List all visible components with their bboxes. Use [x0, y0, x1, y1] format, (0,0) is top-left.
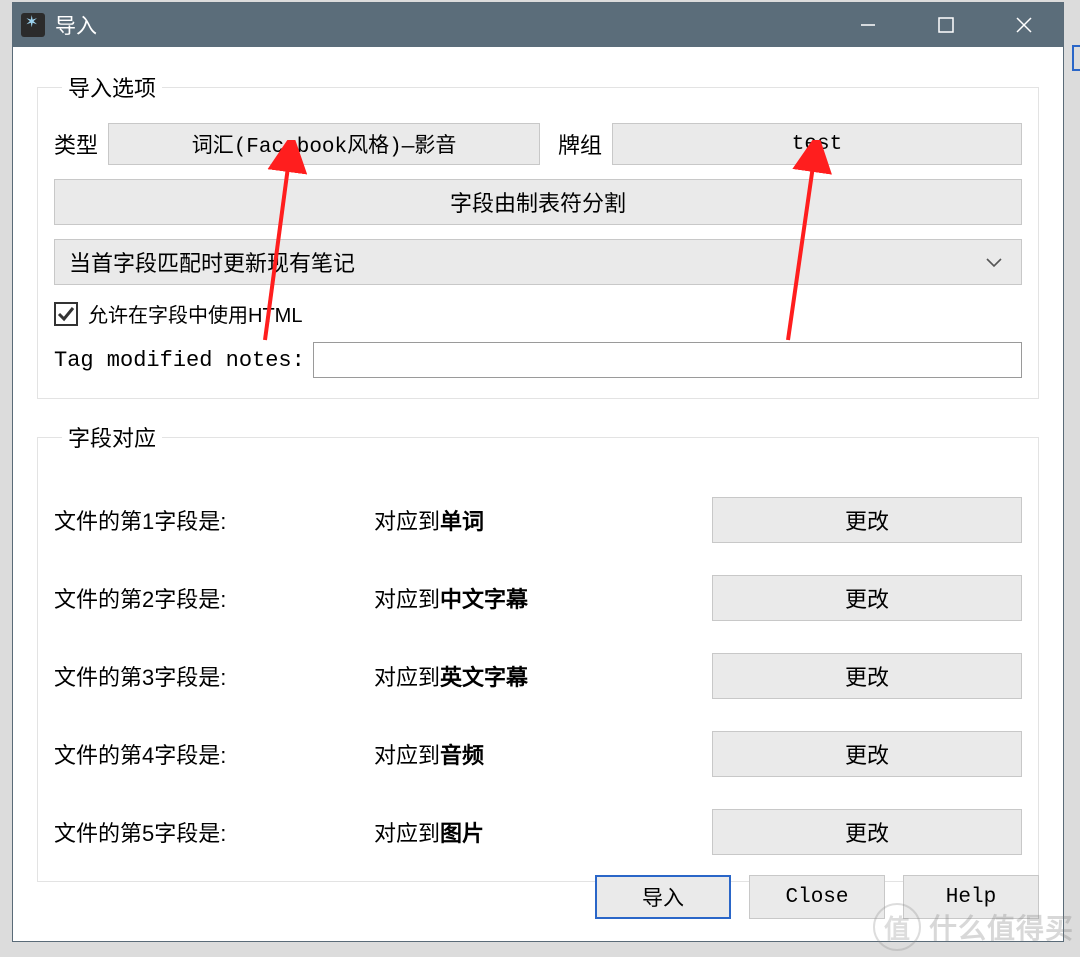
maximize-icon	[938, 17, 954, 33]
mapping-row-2: 文件的第2字段是: 对应到中文字幕 更改	[54, 559, 1022, 637]
update-behavior-combo[interactable]: 当首字段匹配时更新现有笔记	[54, 239, 1022, 285]
field-mapping-group: 字段对应 文件的第1字段是: 对应到单词 更改 文件的第2字段是: 对应到中文字…	[37, 421, 1039, 882]
background-decoration	[1072, 45, 1080, 71]
check-icon	[57, 305, 75, 323]
app-icon	[21, 13, 45, 37]
mapping-source-1: 文件的第1字段是:	[54, 504, 374, 536]
close-dialog-button[interactable]: Close	[749, 875, 885, 919]
minimize-button[interactable]	[829, 3, 907, 47]
help-button[interactable]: Help	[903, 875, 1039, 919]
separator-button[interactable]: 字段由制表符分割	[54, 179, 1022, 225]
deck-value: test	[792, 133, 842, 156]
mapping-target-2: 对应到中文字幕	[374, 582, 712, 614]
change-button-2[interactable]: 更改	[712, 575, 1022, 621]
tag-modified-input[interactable]	[313, 342, 1022, 378]
mapping-target-3: 对应到英文字幕	[374, 660, 712, 692]
mapping-row-5: 文件的第5字段是: 对应到图片 更改	[54, 793, 1022, 871]
change-button-3[interactable]: 更改	[712, 653, 1022, 699]
import-dialog: 导入 导入选项 类型 词汇(Facebook风格)—影音 牌组	[12, 2, 1064, 942]
deck-select-button[interactable]: test	[612, 123, 1022, 165]
dialog-button-row: 导入 Close Help	[37, 875, 1039, 919]
mapping-row-1: 文件的第1字段是: 对应到单词 更改	[54, 481, 1022, 559]
minimize-icon	[859, 16, 877, 34]
deck-label: 牌组	[558, 128, 602, 160]
close-button[interactable]	[985, 3, 1063, 47]
titlebar[interactable]: 导入	[13, 3, 1063, 47]
change-button-4[interactable]: 更改	[712, 731, 1022, 777]
tag-modified-row: Tag modified notes:	[54, 342, 1022, 378]
mapping-source-2: 文件的第2字段是:	[54, 582, 374, 614]
mapping-source-4: 文件的第4字段是:	[54, 738, 374, 770]
mapping-target-4: 对应到音频	[374, 738, 712, 770]
change-button-5[interactable]: 更改	[712, 809, 1022, 855]
allow-html-checkbox[interactable]	[54, 302, 78, 326]
import-button[interactable]: 导入	[595, 875, 731, 919]
type-label: 类型	[54, 128, 98, 160]
allow-html-label: 允许在字段中使用HTML	[88, 299, 302, 328]
chevron-down-icon	[985, 249, 1003, 275]
type-select-button[interactable]: 词汇(Facebook风格)—影音	[108, 123, 540, 165]
allow-html-row: 允许在字段中使用HTML	[54, 299, 1022, 328]
mapping-target-5: 对应到图片	[374, 816, 712, 848]
type-value: 词汇(Facebook风格)—影音	[192, 129, 457, 159]
maximize-button[interactable]	[907, 3, 985, 47]
update-behavior-value: 当首字段匹配时更新现有笔记	[69, 246, 355, 278]
change-button-1[interactable]: 更改	[712, 497, 1022, 543]
separator-label: 字段由制表符分割	[450, 186, 626, 218]
window-controls	[829, 3, 1063, 47]
import-options-legend: 导入选项	[62, 71, 162, 103]
body-area: 导入选项 类型 词汇(Facebook风格)—影音 牌组 test 字段由制表符…	[13, 47, 1063, 941]
mapping-row-4: 文件的第4字段是: 对应到音频 更改	[54, 715, 1022, 793]
mapping-source-5: 文件的第5字段是:	[54, 816, 374, 848]
mapping-row-3: 文件的第3字段是: 对应到英文字幕 更改	[54, 637, 1022, 715]
mapping-target-1: 对应到单词	[374, 504, 712, 536]
type-deck-row: 类型 词汇(Facebook风格)—影音 牌组 test	[54, 123, 1022, 165]
tag-modified-label: Tag modified notes:	[54, 348, 305, 373]
window-title: 导入	[55, 10, 97, 40]
field-mapping-legend: 字段对应	[62, 421, 162, 453]
mapping-source-3: 文件的第3字段是:	[54, 660, 374, 692]
close-icon	[1015, 16, 1033, 34]
import-options-group: 导入选项 类型 词汇(Facebook风格)—影音 牌组 test 字段由制表符…	[37, 71, 1039, 399]
